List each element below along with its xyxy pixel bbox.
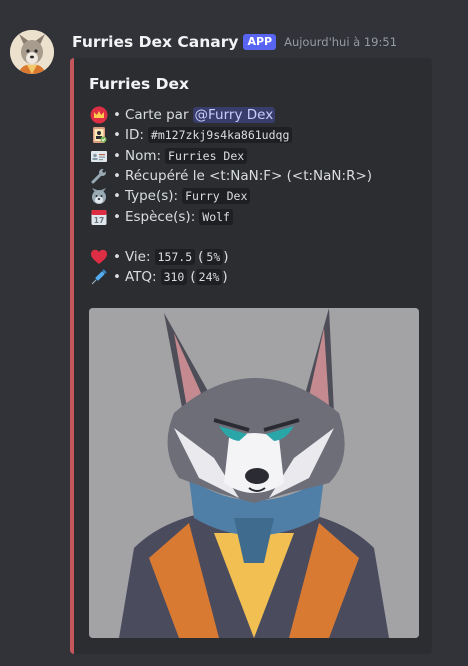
species-label: Espèce(s): xyxy=(124,208,196,225)
name-value: Furries Dex xyxy=(165,147,248,164)
id-badge-icon xyxy=(89,126,109,144)
wolf-icon xyxy=(89,187,109,205)
crown-icon xyxy=(89,106,109,124)
embed-title: Furries Dex xyxy=(89,75,189,93)
id-label: ID: xyxy=(124,127,144,144)
name-label: Nom: xyxy=(124,147,162,164)
health-percent: 5% xyxy=(203,248,224,265)
heart-icon xyxy=(89,248,109,266)
card-image[interactable] xyxy=(89,308,419,638)
field-card-author: • Carte par @Furry Dex xyxy=(89,105,372,125)
field-species: 17 • Espèce(s): Wolf xyxy=(89,206,372,226)
attack-percent: 24% xyxy=(195,269,223,286)
field-name: • Nom: Furries Dex xyxy=(89,146,372,166)
syringe-icon xyxy=(89,268,109,286)
attack-label: ATQ: xyxy=(124,269,157,286)
wolf-avatar-icon xyxy=(10,30,54,74)
health-value: 157.5 xyxy=(154,248,196,265)
author-name[interactable]: Furries Dex Canary xyxy=(72,33,238,51)
field-id: • ID: #m127zkj9s4ka861udqg xyxy=(89,125,372,145)
calendar-icon: 17 xyxy=(89,208,109,226)
avatar[interactable] xyxy=(10,30,54,74)
message-header: Furries Dex Canary APP Aujourd'hui à 19:… xyxy=(72,32,397,52)
field-attack: • ATQ: 310 (24%) xyxy=(89,267,372,287)
field-health: • Vie: 157.5 (5%) xyxy=(89,247,372,267)
embed: Furries Dex • Carte par @Furry Dex • ID:… xyxy=(70,58,432,654)
calendar-day: 17 xyxy=(94,216,104,225)
wolf-character-image xyxy=(89,308,419,638)
field-retrieved: • Récupéré le <t:NaN:F> (<t:NaN:R>) xyxy=(89,166,372,186)
id-card-icon xyxy=(89,147,109,165)
type-value: Furry Dex xyxy=(182,188,251,205)
wrench-icon xyxy=(89,167,109,185)
health-label: Vie: xyxy=(124,248,151,265)
embed-fields: • Carte par @Furry Dex • ID: #m127zkj9s4… xyxy=(89,105,372,287)
author-mention[interactable]: @Furry Dex xyxy=(192,107,276,124)
retrieved-text: Récupéré le <t:NaN:F> (<t:NaN:R>) xyxy=(124,168,373,185)
field-type: • Type(s): Furry Dex xyxy=(89,186,372,206)
app-tag: APP xyxy=(243,34,277,50)
id-value: #m127zkj9s4ka861udqg xyxy=(147,127,293,144)
attack-value: 310 xyxy=(160,269,188,286)
message-timestamp[interactable]: Aujourd'hui à 19:51 xyxy=(284,35,397,49)
species-value: Wolf xyxy=(199,208,233,225)
card-author-prefix: Carte par xyxy=(124,107,189,124)
type-label: Type(s): xyxy=(124,188,179,205)
